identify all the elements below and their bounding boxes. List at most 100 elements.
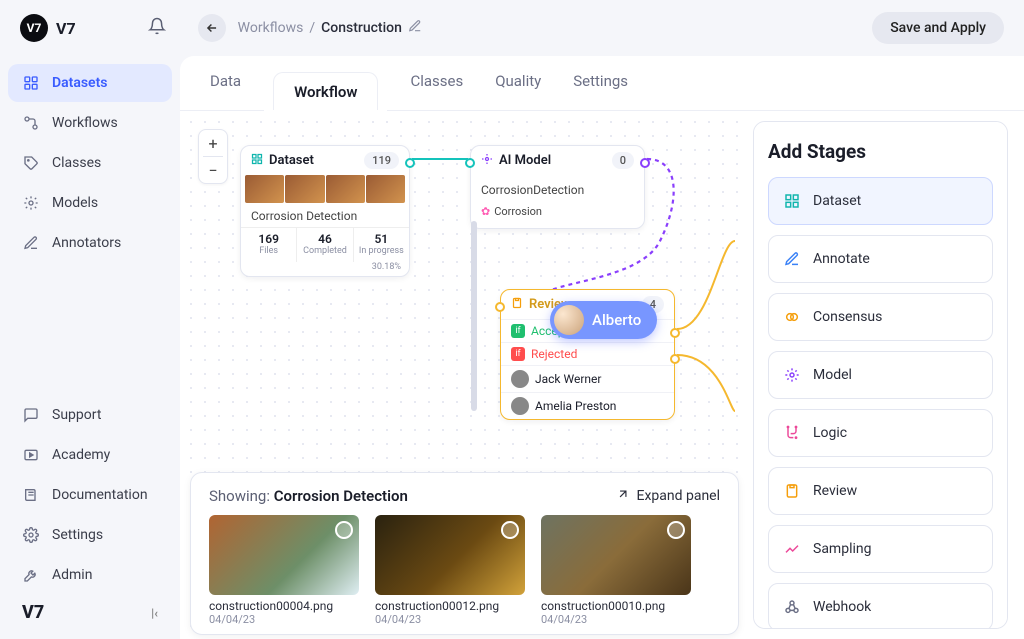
stage-option-review[interactable]: Review — [768, 467, 993, 515]
sidebar-item-label: Academy — [52, 447, 110, 463]
output-port[interactable] — [640, 158, 650, 168]
back-button[interactable] — [198, 14, 226, 42]
brand-logo: V7 V7 — [20, 14, 76, 42]
tab-classes[interactable]: Classes — [410, 72, 463, 110]
save-and-apply-button[interactable]: Save and Apply — [872, 12, 1004, 44]
dataset-percentage: 30.18% — [241, 262, 409, 276]
overlap-icon — [783, 308, 801, 326]
sidebar-item-label: Workflows — [52, 115, 118, 131]
workflow-canvas[interactable]: + − Dataset 119 Corrosion Detection — [180, 111, 749, 639]
grid-icon — [251, 153, 263, 169]
node-title: Dataset — [269, 153, 314, 168]
reviewer-name: Amelia Preston — [535, 399, 616, 413]
input-port[interactable] — [495, 302, 505, 312]
node-count: 119 — [364, 152, 399, 169]
sidebar-item-support[interactable]: Support — [8, 396, 172, 434]
collaborator-name: Alberto — [592, 311, 641, 329]
panel-title: Add Stages — [768, 140, 993, 163]
stage-option-model[interactable]: Model — [768, 351, 993, 399]
clipboard-icon — [783, 482, 801, 500]
pen-icon — [783, 250, 801, 268]
stage-label: Webhook — [813, 599, 871, 615]
tab-data[interactable]: Data — [210, 72, 241, 110]
clipboard-icon — [511, 297, 523, 313]
node-count: 0 — [612, 152, 634, 169]
output-port[interactable] — [405, 158, 415, 168]
file-thumbnail[interactable]: construction00012.png 04/04/23 — [375, 515, 525, 626]
zoom-controls: + − — [198, 129, 228, 184]
file-name: construction00004.png — [209, 599, 359, 613]
scrollbar[interactable] — [471, 221, 477, 411]
breadcrumb-root[interactable]: Workflows — [238, 20, 304, 36]
brain-icon — [783, 366, 801, 384]
notifications-icon[interactable] — [148, 17, 166, 39]
sidebar-item-label: Datasets — [52, 75, 108, 91]
stage-option-webhook[interactable]: Webhook — [768, 583, 993, 629]
stage-option-sampling[interactable]: Sampling — [768, 525, 993, 573]
add-stages-panel: Add Stages Dataset Annotate Consensus — [753, 121, 1008, 629]
input-port[interactable] — [465, 158, 475, 168]
sidebar-item-workflows[interactable]: Workflows — [8, 104, 172, 142]
stage-label: Sampling — [813, 541, 871, 557]
zoom-out-button[interactable]: − — [199, 157, 227, 183]
grid-icon — [783, 192, 801, 210]
file-thumbnail[interactable]: construction00004.png 04/04/23 — [209, 515, 359, 626]
sidebar-item-models[interactable]: Models — [8, 184, 172, 222]
tab-quality[interactable]: Quality — [495, 72, 541, 110]
file-name: construction00010.png — [541, 599, 691, 613]
play-icon — [22, 446, 40, 464]
file-date: 04/04/23 — [209, 613, 359, 626]
brain-icon — [481, 153, 493, 169]
stage-option-dataset[interactable]: Dataset — [768, 177, 993, 225]
node-ai-model[interactable]: AI Model 0 CorrosionDetection ✿Corrosion — [470, 145, 645, 229]
sidebar-item-datasets[interactable]: Datasets — [8, 64, 172, 102]
edit-icon[interactable] — [408, 19, 422, 37]
sidebar-item-admin[interactable]: Admin — [8, 556, 172, 594]
x-icon: if — [511, 347, 525, 361]
collaborator-cursor: Alberto — [550, 301, 657, 339]
book-icon — [22, 486, 40, 504]
sidebar-item-classes[interactable]: Classes — [8, 144, 172, 182]
gear-icon — [22, 526, 40, 544]
sidebar-item-label: Admin — [52, 567, 92, 583]
sidebar-item-label: Support — [52, 407, 101, 423]
reviewer-name: Jack Werner — [535, 372, 601, 386]
expand-panel-button[interactable]: Expand panel — [616, 487, 720, 505]
pen-icon — [22, 234, 40, 252]
collapse-icon[interactable]: |‹ — [151, 606, 158, 620]
stage-label: Annotate — [813, 251, 870, 267]
model-name: CorrosionDetection — [481, 179, 634, 201]
bottom-panel: Showing: Corrosion Detection Expand pane… — [190, 472, 739, 635]
sidebar-item-academy[interactable]: Academy — [8, 436, 172, 474]
sidebar-item-label: Settings — [52, 527, 103, 543]
status-ring-icon — [335, 521, 353, 539]
webhook-icon — [783, 598, 801, 616]
wrench-icon — [22, 566, 40, 584]
accepted-port[interactable] — [670, 328, 680, 338]
sidebar-item-label: Documentation — [52, 487, 148, 503]
rejected-port[interactable] — [670, 354, 680, 364]
file-thumbnail[interactable]: construction00010.png 04/04/23 — [541, 515, 691, 626]
status-ring-icon — [667, 521, 685, 539]
stage-option-consensus[interactable]: Consensus — [768, 293, 993, 341]
workflow-icon — [22, 114, 40, 132]
stage-label: Consensus — [813, 309, 882, 325]
sidebar-item-settings[interactable]: Settings — [8, 516, 172, 554]
breadcrumb: Workflows / Construction — [238, 19, 422, 37]
sidebar-item-annotators[interactable]: Annotators — [8, 224, 172, 262]
chat-icon — [22, 406, 40, 424]
tag-icon — [22, 154, 40, 172]
stage-option-annotate[interactable]: Annotate — [768, 235, 993, 283]
tab-settings[interactable]: Settings — [573, 72, 628, 110]
dataset-name: Corrosion Detection — [241, 203, 409, 227]
tabs: Data Workflow Classes Quality Settings — [180, 56, 1024, 111]
model-tag: Corrosion — [494, 205, 542, 218]
avatar — [554, 305, 584, 335]
sidebar-item-documentation[interactable]: Documentation — [8, 476, 172, 514]
node-dataset[interactable]: Dataset 119 Corrosion Detection 169Files… — [240, 145, 410, 277]
stage-label: Dataset — [813, 193, 861, 209]
tab-workflow[interactable]: Workflow — [273, 72, 378, 111]
zoom-in-button[interactable]: + — [199, 130, 227, 156]
flower-icon: ✿ — [481, 205, 490, 218]
stage-option-logic[interactable]: Logic — [768, 409, 993, 457]
